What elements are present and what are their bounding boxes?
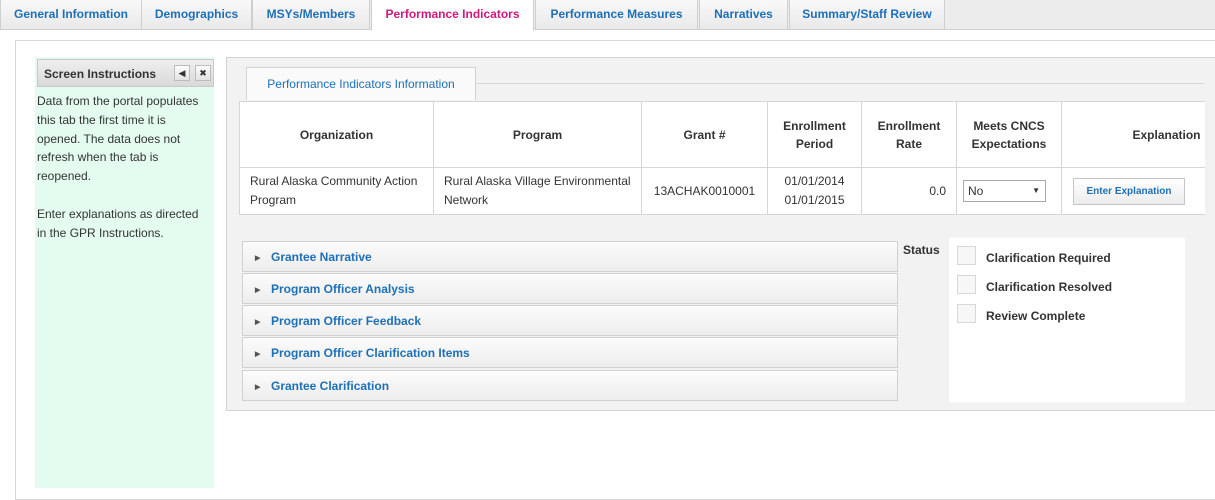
accordion-program-officer-clarification-items[interactable]: ▶ Program Officer Clarification Items [242,337,898,368]
expand-arrow-icon: ▶ [255,319,261,326]
tab-narratives[interactable]: Narratives [699,0,788,30]
period-end: 01/01/2015 [784,193,845,207]
tab-performance-indicators-information[interactable]: Performance Indicators Information [246,67,476,100]
tab-demographics[interactable]: Demographics [141,0,252,30]
screen-instructions-panel: Screen Instructions ◀ ✖ Data from the po… [35,57,214,488]
meets-cncs-value: No [968,184,984,198]
column-header-meets-cncs: Meets CNCS Expectations [956,101,1062,168]
screen-instructions-text: Data from the portal populates this tab … [37,94,199,240]
chevron-down-icon: ▼ [1032,186,1040,195]
clarification-resolved-label: Clarification Resolved [986,280,1113,294]
accordion-grantee-narrative[interactable]: ▶ Grantee Narrative [242,241,898,272]
expand-arrow-icon: ▶ [255,351,261,358]
status-label: Status [903,243,940,257]
column-header-organization: Organization [239,101,434,168]
review-complete-label: Review Complete [986,309,1086,323]
enrollment-rate-cell: 0.0 [861,167,957,215]
performance-indicators-table: Organization Program Grant # Enrollment … [239,101,1205,215]
column-header-enrollment-rate: Enrollment Rate [861,101,957,168]
tab-summary-staff-review[interactable]: Summary/Staff Review [789,0,945,30]
table-row: Rural Alaska Community Action Program Ru… [239,167,1205,215]
enter-explanation-button[interactable]: Enter Explanation [1073,177,1185,205]
accordion-grantee-clarification[interactable]: ▶ Grantee Clarification [242,370,898,401]
tab-msys-members[interactable]: MSYs/Members [252,0,370,30]
column-header-explanation: Explanation [1061,101,1205,168]
screen-instructions-title: Screen Instructions [44,67,157,81]
status-box: Clarification Required Clarification Res… [949,238,1185,402]
table-header-row: Organization Program Grant # Enrollment … [239,101,1205,168]
clarification-resolved-checkbox[interactable] [957,275,976,294]
collapse-left-icon[interactable]: ◀ [174,65,190,81]
meets-cncs-select[interactable]: No ▼ [963,180,1046,202]
expand-arrow-icon: ▶ [255,287,261,294]
accordion-program-officer-feedback[interactable]: ▶ Program Officer Feedback [242,305,898,336]
accordion-label: Grantee Narrative [271,250,372,264]
grant-cell: 13ACHAK0010001 [641,167,768,215]
tab-performance-indicators[interactable]: Performance Indicators [371,0,534,31]
screen-instructions-header: Screen Instructions ◀ ✖ [37,59,214,87]
review-complete-checkbox[interactable] [957,304,976,323]
expand-arrow-icon: ▶ [255,255,261,262]
expand-arrow-icon: ▶ [255,384,261,391]
accordion-label: Program Officer Feedback [271,314,422,328]
column-header-enrollment-period: Enrollment Period [767,101,862,168]
organization-cell: Rural Alaska Community Action Program [239,167,434,215]
column-header-program: Program [433,101,642,168]
clarification-required-label: Clarification Required [986,251,1111,265]
program-cell: Rural Alaska Village Environmental Netwo… [433,167,642,215]
enrollment-period-cell: 01/01/2014 01/01/2015 [767,167,862,215]
meets-cncs-cell: No ▼ [956,167,1062,215]
tab-general-information[interactable]: General Information [0,0,142,30]
accordion-program-officer-analysis[interactable]: ▶ Program Officer Analysis [242,273,898,304]
explanation-cell: Enter Explanation [1061,167,1205,215]
close-icon[interactable]: ✖ [195,65,211,81]
accordion-label: Grantee Clarification [271,379,390,393]
content-footer-area [226,411,1215,488]
column-header-grant: Grant # [641,101,768,168]
accordion-label: Program Officer Clarification Items [271,346,470,360]
tab-performance-measures[interactable]: Performance Measures [535,0,698,30]
accordion-label: Program Officer Analysis [271,282,415,296]
period-start: 01/01/2014 [784,174,845,188]
main-tab-bar: General Information Demographics MSYs/Me… [0,0,1215,31]
clarification-required-checkbox[interactable] [957,246,976,265]
